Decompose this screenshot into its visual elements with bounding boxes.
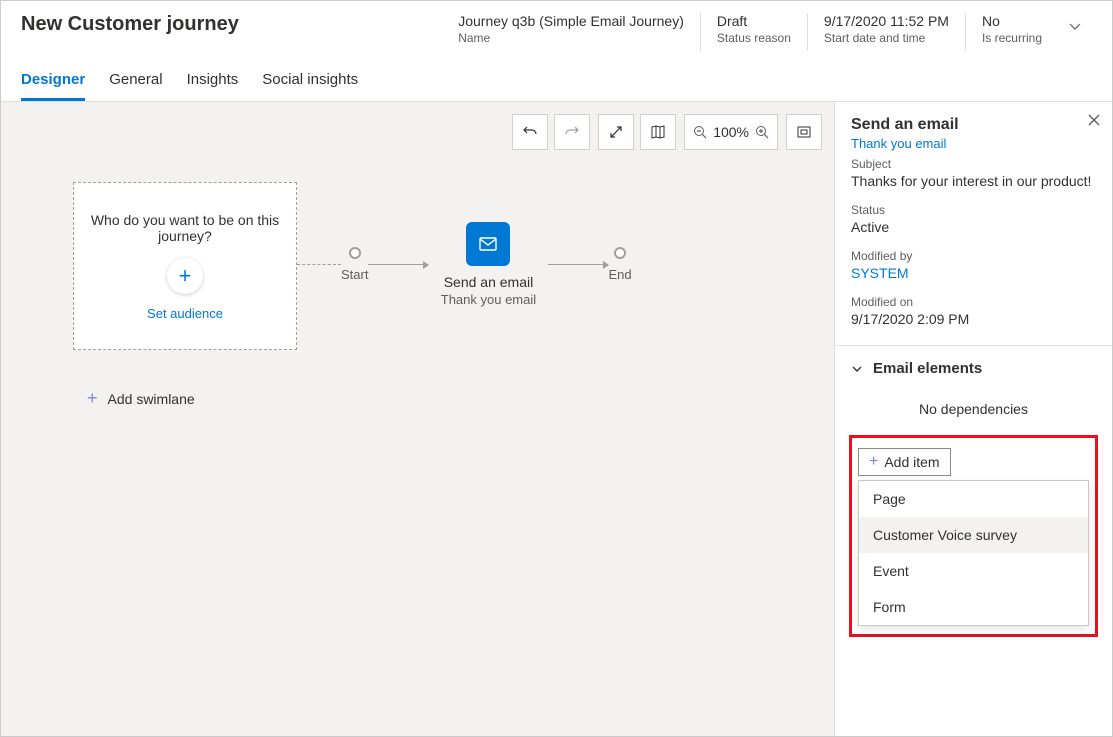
- header-field-value: No: [982, 13, 1042, 29]
- chevron-right-icon: [855, 640, 866, 651]
- header-field-value: Journey q3b (Simple Email Journey): [458, 13, 684, 29]
- field-label: Modified on: [851, 295, 1096, 309]
- map-icon: [650, 124, 666, 140]
- no-dependencies-text: No dependencies: [851, 401, 1096, 417]
- chevron-down-icon: [1068, 19, 1082, 33]
- panel-email-link[interactable]: Thank you email: [851, 136, 1096, 151]
- header-field-recurring[interactable]: No Is recurring: [965, 13, 1058, 51]
- field-subject: Subject Thanks for your interest in our …: [851, 157, 1096, 189]
- canvas-toolbar: 100%: [512, 114, 822, 150]
- zoom-value: 100%: [713, 124, 749, 140]
- tabs: Designer General Insights Social insight…: [1, 59, 1112, 102]
- section-title: Email elements: [873, 360, 982, 377]
- header-fields: Journey q3b (Simple Email Journey) Name …: [442, 13, 1092, 51]
- connector: [548, 264, 608, 265]
- tab-insights[interactable]: Insights: [187, 71, 239, 101]
- chevron-down-icon: [851, 363, 863, 375]
- dropdown-item-form[interactable]: Form: [859, 589, 1088, 625]
- field-value: Active: [851, 219, 1096, 235]
- add-swimlane-button[interactable]: + Add swimlane: [87, 388, 195, 409]
- add-audience-button[interactable]: +: [167, 258, 203, 294]
- panel-close-button[interactable]: [1088, 114, 1100, 126]
- fit-screen-icon: [796, 124, 812, 140]
- plus-icon: +: [869, 453, 878, 471]
- add-item-button[interactable]: + Add item: [858, 448, 951, 476]
- zoom-in-icon: [755, 125, 769, 139]
- zoom-in-button[interactable]: [755, 125, 769, 139]
- connector: [368, 264, 428, 265]
- redo-button[interactable]: [554, 114, 590, 150]
- start-node[interactable]: Start: [341, 247, 368, 282]
- field-value: 9/17/2020 2:09 PM: [851, 311, 1096, 327]
- minimap-button[interactable]: [640, 114, 676, 150]
- header-field-name[interactable]: Journey q3b (Simple Email Journey) Name: [442, 13, 700, 51]
- header-field-value: Draft: [717, 13, 791, 29]
- page-title: New Customer journey: [21, 13, 442, 36]
- header-field-value: 9/17/2020 11:52 PM: [824, 13, 949, 29]
- highlight-box: + Add item Page Customer Voice survey Ev…: [849, 435, 1098, 637]
- undo-icon: [522, 124, 538, 140]
- fit-button[interactable]: [786, 114, 822, 150]
- tile-title: Send an email: [444, 274, 534, 290]
- field-modified-by: Modified by SYSTEM: [851, 249, 1096, 281]
- start-label: Start: [341, 267, 368, 282]
- header: New Customer journey Journey q3b (Simple…: [1, 1, 1112, 59]
- dropdown-item-customer-voice-survey[interactable]: Customer Voice survey: [859, 517, 1088, 553]
- dropdown-item-page[interactable]: Page: [859, 481, 1088, 517]
- audience-tile[interactable]: Who do you want to be on this journey? +…: [73, 182, 297, 350]
- zoom-out-icon: [693, 125, 707, 139]
- tab-designer[interactable]: Designer: [21, 71, 85, 101]
- designer-canvas[interactable]: 100% Who do you want to be on this journ…: [1, 102, 834, 736]
- description-label: Description: [874, 637, 949, 654]
- zoom-out-button[interactable]: [693, 125, 707, 139]
- audience-prompt: Who do you want to be on this journey?: [86, 212, 284, 244]
- end-node[interactable]: End: [608, 247, 631, 282]
- connector-dashed: [297, 264, 341, 265]
- header-field-start[interactable]: 9/17/2020 11:52 PM Start date and time: [807, 13, 965, 51]
- set-audience-link[interactable]: Set audience: [147, 306, 223, 321]
- section-email-elements[interactable]: Email elements: [851, 346, 1096, 391]
- field-modified-on: Modified on 9/17/2020 2:09 PM: [851, 295, 1096, 327]
- field-label: Modified by: [851, 249, 1096, 263]
- email-icon: [478, 234, 498, 254]
- start-dot-icon: [349, 247, 361, 259]
- dropdown-item-event[interactable]: Event: [859, 553, 1088, 589]
- expand-icon: [609, 125, 623, 139]
- panel-title: Send an email: [851, 116, 1096, 134]
- email-tile-icon-box: [466, 222, 510, 266]
- field-label: Status: [851, 203, 1096, 217]
- redo-icon: [564, 124, 580, 140]
- email-tile[interactable]: Send an email Thank you email: [428, 222, 548, 307]
- end-label: End: [608, 267, 631, 282]
- plus-icon: +: [87, 388, 98, 409]
- tile-subtitle: Thank you email: [441, 292, 536, 307]
- fullscreen-button[interactable]: [598, 114, 634, 150]
- header-field-label: Name: [458, 31, 684, 45]
- tab-general[interactable]: General: [109, 71, 162, 101]
- end-dot-icon: [614, 247, 626, 259]
- field-value: Thanks for your interest in our product!: [851, 173, 1096, 189]
- undo-button[interactable]: [512, 114, 548, 150]
- field-label: Subject: [851, 157, 1096, 171]
- header-field-label: Is recurring: [982, 31, 1042, 45]
- header-field-label: Start date and time: [824, 31, 949, 45]
- field-status: Status Active: [851, 203, 1096, 235]
- tab-social-insights[interactable]: Social insights: [262, 71, 358, 101]
- zoom-control: 100%: [684, 114, 778, 150]
- add-item-dropdown: Page Customer Voice survey Event Form: [858, 480, 1089, 626]
- main: 100% Who do you want to be on this journ…: [1, 102, 1112, 736]
- add-item-label: Add item: [884, 454, 939, 470]
- field-value-link[interactable]: SYSTEM: [851, 265, 1096, 281]
- header-expand-button[interactable]: [1058, 13, 1092, 39]
- header-field-label: Status reason: [717, 31, 791, 45]
- close-icon: [1088, 114, 1100, 126]
- add-swimlane-label: Add swimlane: [108, 391, 195, 407]
- header-field-status[interactable]: Draft Status reason: [700, 13, 807, 51]
- journey-flow: Start Send an email Thank you email End: [297, 222, 632, 307]
- properties-panel: Send an email Thank you email Subject Th…: [834, 102, 1112, 736]
